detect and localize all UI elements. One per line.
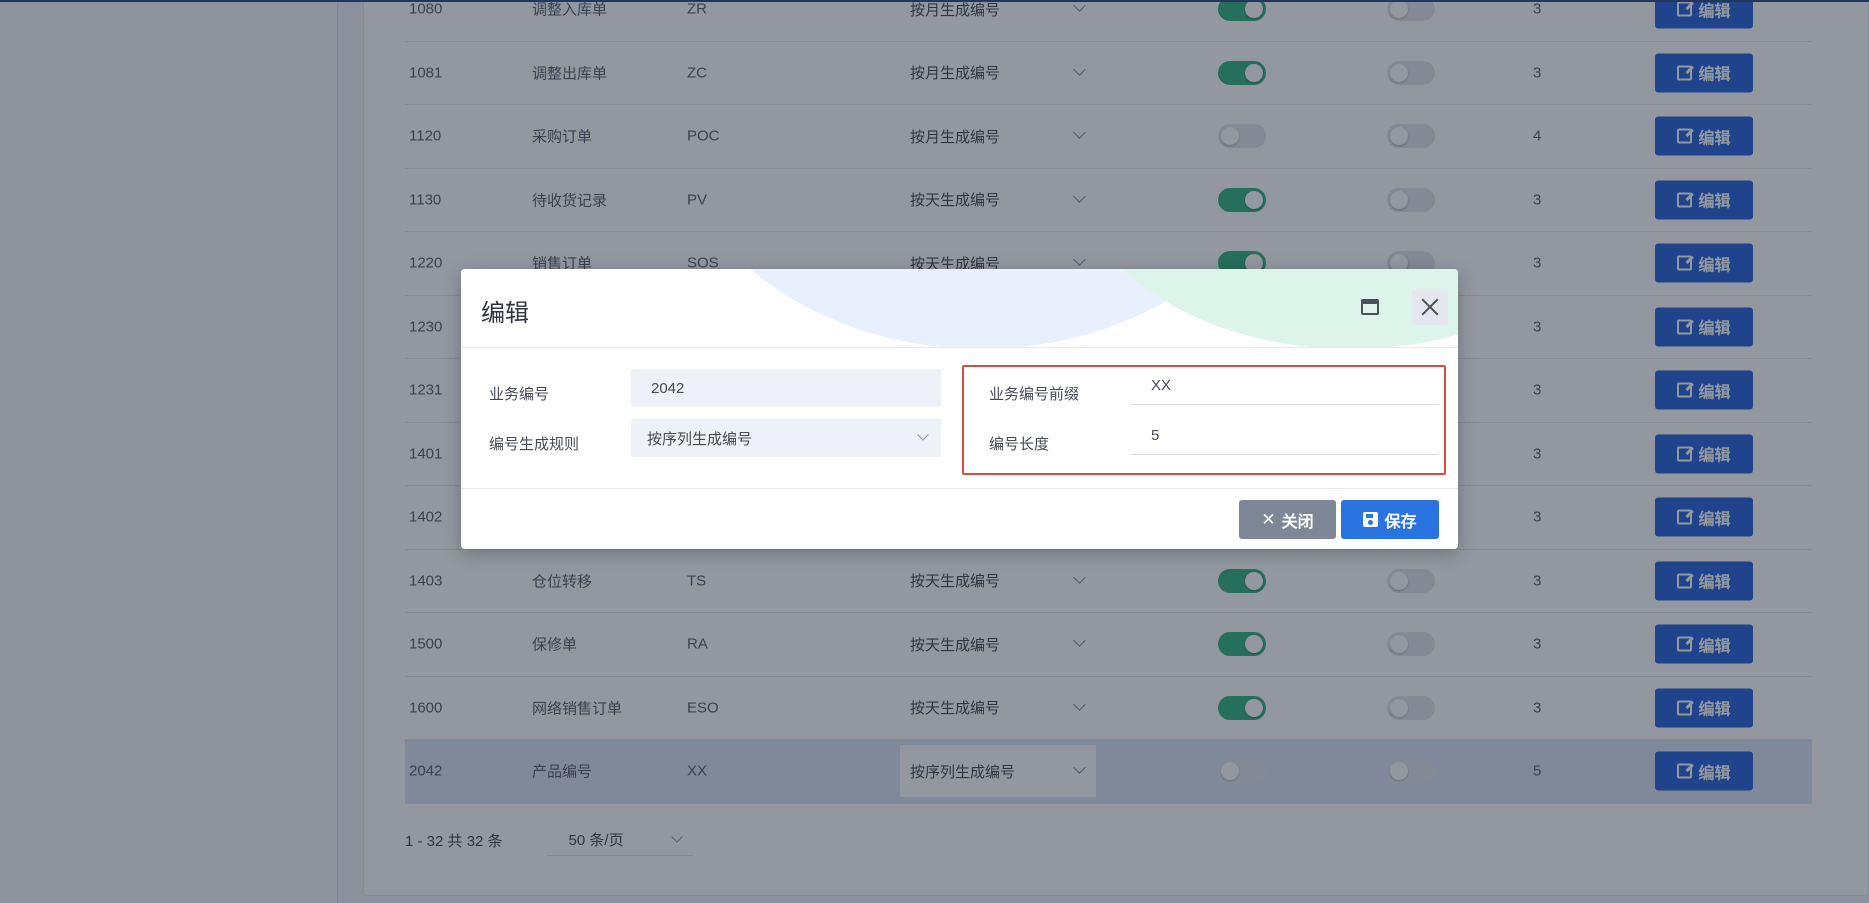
rule-select-value: 按序列生成编号: [647, 430, 753, 448]
edit-dialog: 编辑 业务编号 2042 编号生成规则 按序列生成编号 业务编号前缀 XX 编号…: [461, 269, 1458, 549]
length-label: 编号长度: [989, 436, 1050, 453]
rule-select[interactable]: 按序列生成编号: [631, 419, 941, 457]
close-button[interactable]: ✕ 关闭: [1239, 500, 1336, 539]
length-input[interactable]: 5: [1131, 417, 1439, 455]
dialog-header: 编辑: [461, 269, 1458, 348]
chevron-down-icon: [917, 429, 929, 441]
rule-label: 编号生成规则: [489, 436, 580, 453]
save-icon: [1363, 512, 1379, 527]
prefix-input[interactable]: XX: [1131, 367, 1439, 405]
save-button[interactable]: 保存: [1341, 500, 1439, 539]
biz-no-field[interactable]: 2042: [631, 369, 941, 407]
save-button-label: 保存: [1384, 513, 1417, 531]
close-icon[interactable]: [1412, 289, 1448, 325]
close-button-label: 关闭: [1281, 513, 1314, 531]
dialog-title: 编辑: [481, 300, 529, 327]
maximize-icon[interactable]: [1361, 299, 1379, 315]
biz-no-label: 业务编号: [489, 386, 550, 403]
close-x-icon: ✕: [1261, 510, 1276, 529]
dialog-footer-divider: [461, 488, 1458, 489]
prefix-label: 业务编号前缀: [989, 386, 1080, 403]
